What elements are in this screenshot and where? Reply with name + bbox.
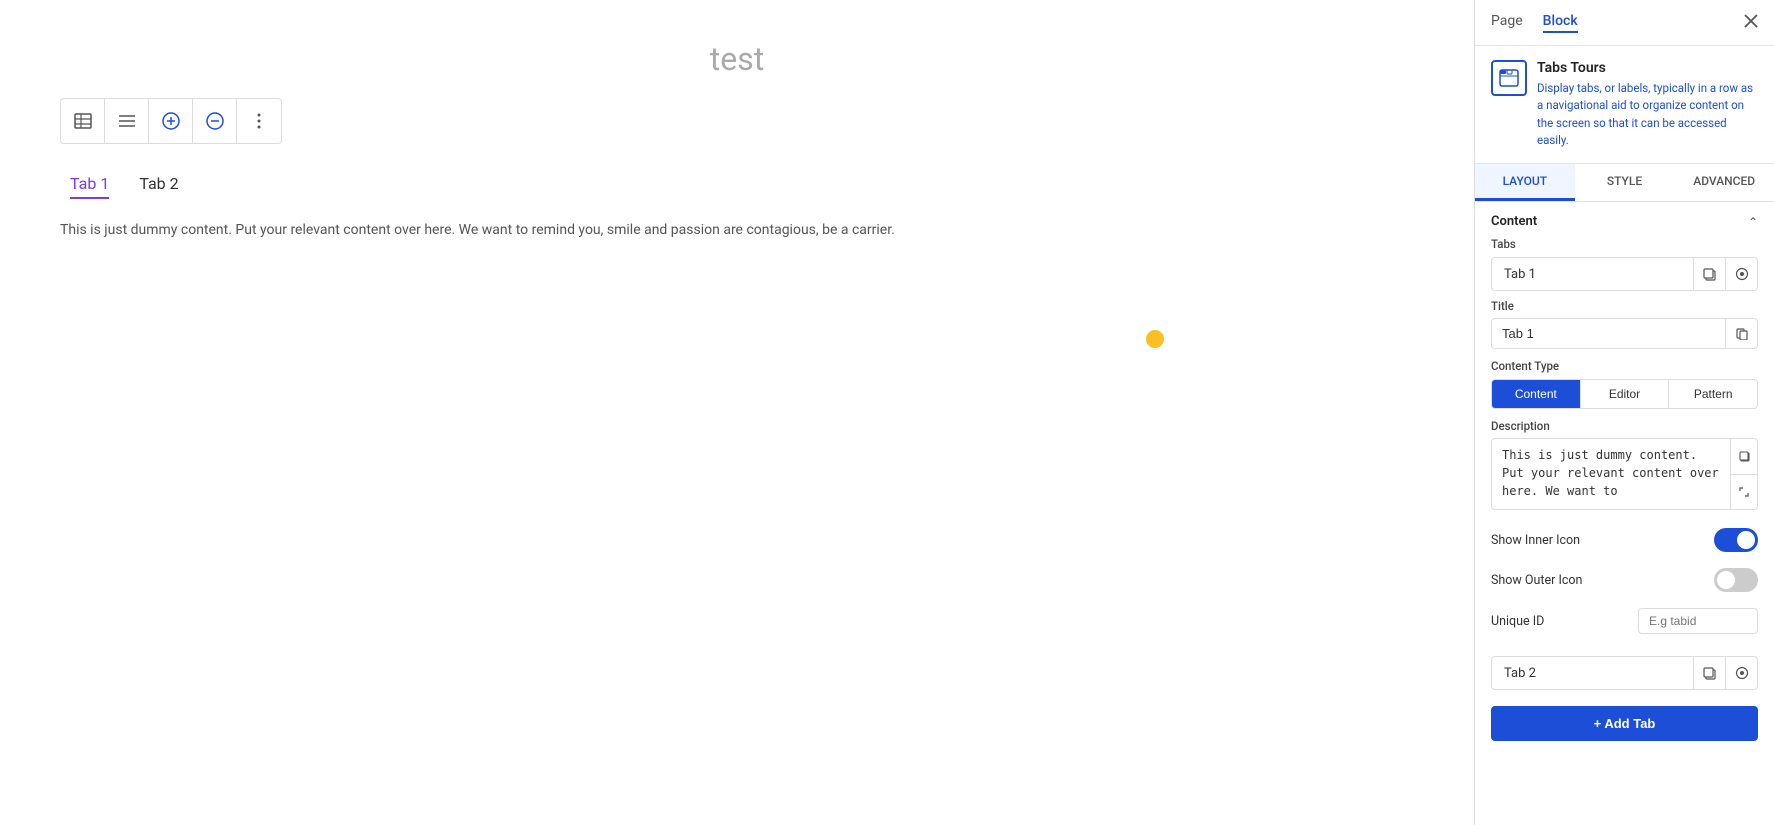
tab2-row: Tab 2 [1491,656,1758,690]
tabs-field-label: Tabs [1475,237,1774,257]
ct-editor-btn[interactable]: Editor [1581,380,1670,408]
layout-tab-style[interactable]: STYLE [1575,164,1675,201]
desc-expand-btn[interactable] [1731,475,1757,510]
tab-content-text: This is just dummy content. Put your rel… [60,219,910,241]
block-toolbar [60,98,282,144]
layout-tabs: LAYOUT STYLE ADVANCED [1475,164,1774,202]
add-tab-button[interactable]: + Add Tab [1491,706,1758,741]
panel-tab-block[interactable]: Block [1543,13,1578,33]
block-info: Tabs Tours Display tabs, or labels, typi… [1475,46,1774,164]
content-section-header: Content ⌃ [1475,202,1774,237]
desc-side-buttons [1730,439,1757,509]
panel-close-button[interactable] [1744,12,1758,33]
tab2-copy-btn[interactable] [1693,657,1725,689]
content-section-title: Content [1491,214,1537,229]
show-outer-icon-toggle[interactable] [1714,568,1758,592]
tabs-nav: Tab 1 Tab 2 [60,174,1414,199]
panel-tabs: Page Block [1491,13,1578,33]
cursor-indicator [1146,330,1164,348]
desc-copy-btn[interactable] [1731,439,1757,475]
tab-item-2[interactable]: Tab 2 [139,174,178,199]
unique-id-input[interactable] [1638,608,1758,634]
tab2-row-label: Tab 2 [1492,658,1693,689]
toolbar-align-btn[interactable] [105,99,149,143]
tab2-settings-btn[interactable] [1725,657,1757,689]
title-icon-btn[interactable] [1725,319,1757,348]
description-label: Description [1491,419,1758,433]
tab1-settings-btn[interactable] [1725,258,1757,290]
tab1-row: Tab 1 [1491,257,1758,291]
block-info-text: Tabs Tours Display tabs, or labels, typi… [1537,60,1758,149]
block-description: Display tabs, or labels, typically in a … [1537,80,1758,149]
panel-header: Page Block [1475,0,1774,46]
description-section: Description This is just dummy content. … [1475,419,1774,520]
panel-tab-page[interactable]: Page [1491,13,1523,33]
tab1-copy-btn[interactable] [1693,258,1725,290]
toolbar-remove-btn[interactable] [193,99,237,143]
layout-tab-layout[interactable]: LAYOUT [1475,164,1575,201]
title-input[interactable] [1492,319,1725,348]
toolbar-add-btn[interactable] [149,99,193,143]
unique-id-label: Unique ID [1491,614,1544,629]
tab1-row-label: Tab 1 [1492,259,1693,290]
canvas-area: test [0,0,1474,825]
unique-id-row: Unique ID [1475,600,1774,646]
show-outer-icon-label: Show Outer Icon [1491,573,1582,588]
page-title: test [60,40,1414,78]
layout-tab-advanced[interactable]: ADVANCED [1674,164,1774,201]
content-type-label: Content Type [1491,359,1758,373]
show-inner-icon-toggle[interactable] [1714,528,1758,552]
show-inner-icon-row: Show Inner Icon [1475,520,1774,560]
content-type-section: Content Type Content Editor Pattern [1475,359,1774,419]
toolbar-table-btn[interactable] [61,99,105,143]
tab-item-1[interactable]: Tab 1 [70,174,109,199]
show-inner-icon-label: Show Inner Icon [1491,533,1580,548]
ct-content-btn[interactable]: Content [1492,380,1581,408]
description-textarea[interactable]: This is just dummy content. Put your rel… [1492,439,1730,509]
block-icon [1491,60,1527,96]
ct-pattern-btn[interactable]: Pattern [1669,380,1757,408]
title-label: Title [1491,299,1758,313]
title-input-wrapper [1491,318,1758,349]
toolbar-more-btn[interactable] [237,99,281,143]
right-panel: Page Block Tabs Tours Display tabs, or l… [1474,0,1774,825]
block-name: Tabs Tours [1537,60,1758,76]
title-field-section: Title [1475,299,1774,359]
chevron-up-icon[interactable]: ⌃ [1748,215,1758,229]
show-outer-icon-row: Show Outer Icon [1475,560,1774,600]
description-wrapper: This is just dummy content. Put your rel… [1491,438,1758,510]
content-type-buttons: Content Editor Pattern [1491,379,1758,409]
